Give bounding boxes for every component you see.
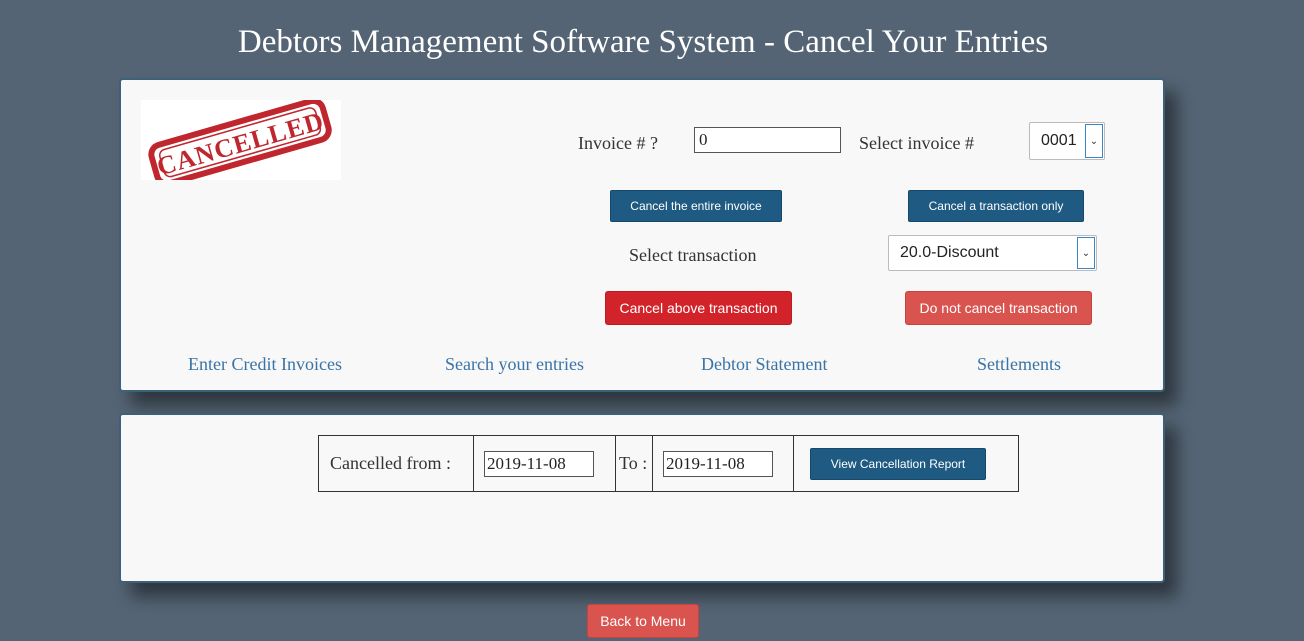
from-date-input[interactable]: 2019-11-08 [484, 450, 594, 477]
select-invoice-value: 0001 [1041, 132, 1077, 149]
cancel-entire-invoice-button[interactable]: Cancel the entire invoice [610, 190, 782, 222]
cancelled-stamp-image: CANCELLED [141, 100, 341, 180]
cancellation-report-form: Cancelled from : 2019-11-08 To : 2019-11… [318, 435, 1019, 492]
select-invoice-dropdown[interactable]: 0001 ⌄ [1029, 122, 1105, 160]
do-not-cancel-transaction-button[interactable]: Do not cancel transaction [905, 291, 1092, 325]
nav-link-search-entries[interactable]: Search your entries [445, 353, 584, 375]
to-date-input[interactable]: 2019-11-08 [663, 450, 773, 477]
from-date-cell: 2019-11-08 [473, 435, 616, 492]
cancel-transaction-only-button[interactable]: Cancel a transaction only [908, 190, 1084, 222]
report-panel: Cancelled from : 2019-11-08 To : 2019-11… [119, 413, 1165, 583]
cancelled-from-label: Cancelled from : [318, 435, 474, 492]
invoice-number-input[interactable]: 0 [694, 127, 841, 153]
select-transaction-label: Select transaction [629, 245, 757, 265]
nav-link-debtor-statement[interactable]: Debtor Statement [701, 353, 827, 375]
nav-link-enter-credit-invoices[interactable]: Enter Credit Invoices [188, 353, 342, 375]
view-report-cell: View Cancellation Report [793, 435, 1019, 492]
cancel-above-transaction-button[interactable]: Cancel above transaction [605, 291, 792, 325]
invoice-number-label: Invoice # ? [578, 133, 658, 153]
chevron-down-icon: ⌄ [1077, 237, 1095, 269]
select-transaction-value: 20.0-Discount [900, 244, 999, 261]
to-label: To : [615, 435, 653, 492]
view-cancellation-report-button[interactable]: View Cancellation Report [810, 447, 986, 480]
select-invoice-label: Select invoice # [859, 133, 974, 153]
cancel-panel: CANCELLED Invoice # ? 0 Select invoice #… [119, 78, 1165, 392]
nav-link-settlements[interactable]: Settlements [977, 353, 1061, 375]
page-title: Debtors Management Software System - Can… [237, 24, 1049, 60]
select-transaction-dropdown[interactable]: 20.0-Discount ⌄ [888, 235, 1097, 271]
back-to-menu-button[interactable]: Back to Menu [587, 604, 699, 638]
to-date-cell: 2019-11-08 [652, 435, 794, 492]
chevron-down-icon: ⌄ [1085, 124, 1103, 158]
